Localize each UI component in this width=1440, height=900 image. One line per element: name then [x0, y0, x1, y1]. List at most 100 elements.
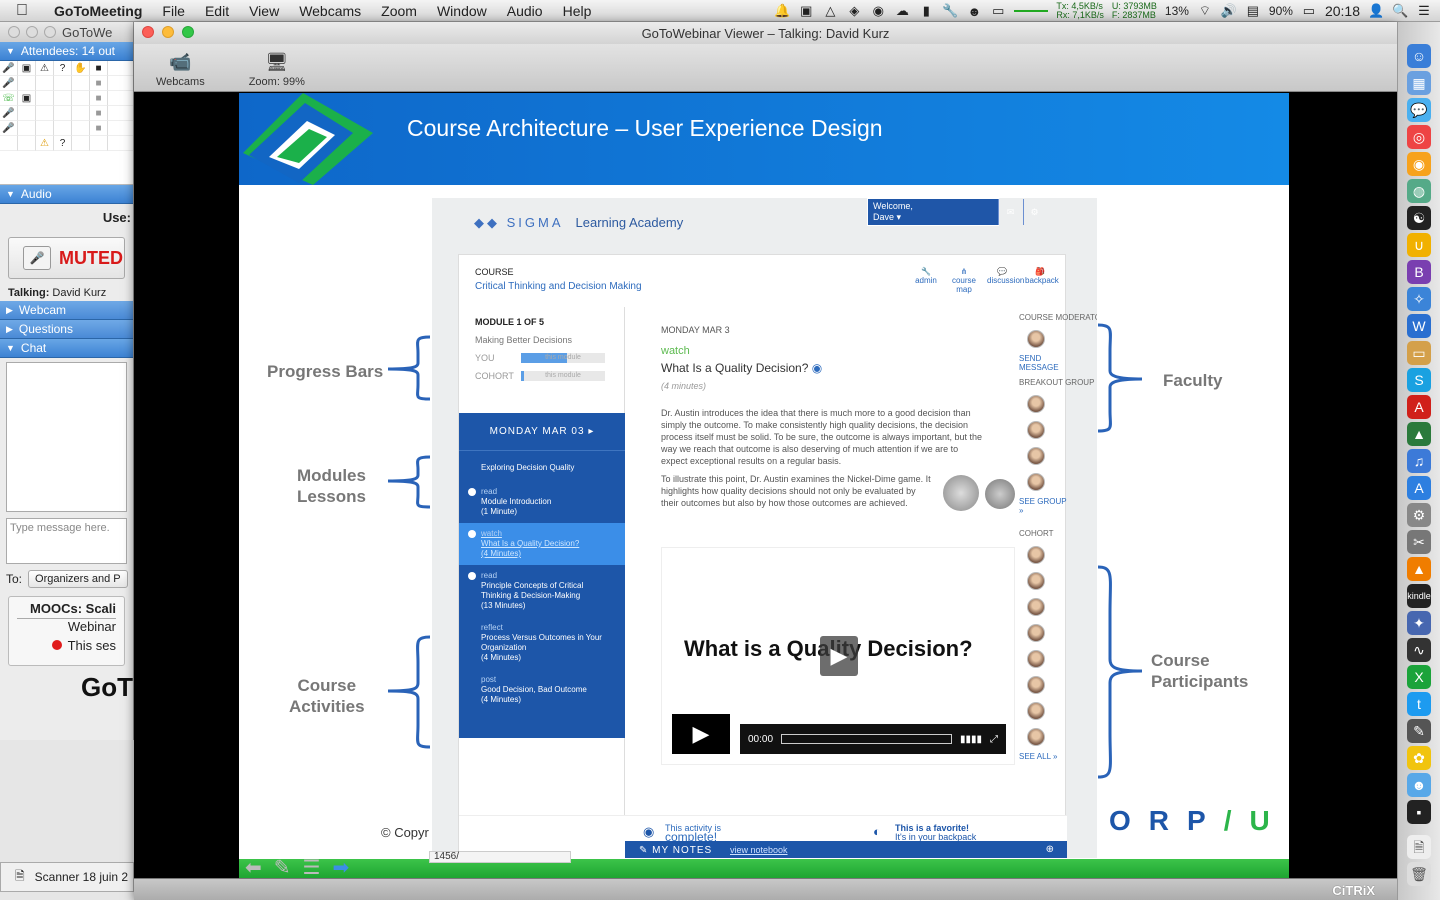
word-icon[interactable]: W	[1407, 314, 1431, 338]
lesson-item[interactable]: post Good Decision, Bad Outcome (4 Minutes…	[459, 669, 625, 711]
clock[interactable]: 20:18	[1325, 3, 1360, 19]
close-icon[interactable]	[8, 26, 20, 38]
wrench-icon[interactable]: 🔧	[942, 3, 958, 19]
discussion-tool[interactable]: 💬 discussion	[987, 267, 1024, 294]
forward-arrow-icon[interactable]: ➡	[332, 855, 349, 878]
avatar[interactable]	[1027, 598, 1045, 616]
see-group-link[interactable]: SEE GROUP »	[1019, 497, 1067, 515]
spotlight-icon[interactable]: 🔍	[1392, 3, 1408, 19]
attendees-header[interactable]: ▼ Attendees: 14 out	[0, 42, 133, 61]
minimize-icon[interactable]	[162, 26, 174, 38]
video-player[interactable]: What is a Quality Decision? ▶ ▶ 00:00 ▮▮…	[661, 547, 1015, 765]
send-message-link[interactable]: SEND MESSAGE	[1019, 354, 1067, 372]
avatar[interactable]	[1027, 473, 1045, 491]
list-icon[interactable]: ☰	[303, 855, 321, 878]
folder-icon[interactable]: ▭	[1407, 341, 1431, 365]
minimize-icon[interactable]	[26, 26, 38, 38]
flower-icon[interactable]: ✿	[1407, 746, 1431, 770]
settings-icon[interactable]: ⚙	[1407, 503, 1431, 527]
close-icon[interactable]	[142, 26, 154, 38]
questions-header[interactable]: ▶ Questions	[0, 320, 133, 339]
bell-icon[interactable]: 🔔	[774, 3, 790, 19]
pen-icon[interactable]: ✎	[274, 855, 291, 878]
flag-icon[interactable]: ▤	[1245, 3, 1261, 19]
preview-icon[interactable]: ▦	[1407, 71, 1431, 95]
volume-icon[interactable]: ▮▮▮▮	[960, 734, 982, 745]
scanner-window[interactable]: 🗎 Scanner 18 juin 2	[0, 862, 134, 892]
menu-webcams[interactable]: Webcams	[289, 3, 371, 19]
lesson-item[interactable]: read Module Introduction (1 Minute)	[459, 481, 625, 523]
backpack-tool[interactable]: 🎒 backpack	[1025, 267, 1059, 294]
zoom-button[interactable]: 🖥 Zoom: 99%	[249, 52, 305, 91]
excel-icon[interactable]: X	[1407, 665, 1431, 689]
face-icon[interactable]: ☻	[966, 4, 982, 19]
lesson-item[interactable]: reflect Process Versus Outcomes in Your O…	[459, 617, 625, 669]
finder-icon[interactable]: ☺	[1407, 44, 1431, 68]
twitter-icon[interactable]: t	[1407, 692, 1431, 716]
avatar[interactable]	[1027, 624, 1045, 642]
video-seek-bar[interactable]	[781, 734, 952, 744]
itunes-icon[interactable]: ♫	[1407, 449, 1431, 473]
airplay-icon[interactable]: ▭	[990, 3, 1006, 19]
mic-icon[interactable]: 🎤	[23, 246, 51, 270]
globe-icon[interactable]: ◍	[1407, 179, 1431, 203]
terminal-icon[interactable]: ▪	[1407, 800, 1431, 824]
safari-icon[interactable]: ✧	[1407, 287, 1431, 311]
my-notes-bar[interactable]: ✎ MY NOTES view notebook ⊕	[625, 841, 1067, 858]
activity-monitor-icon[interactable]: ∿	[1407, 638, 1431, 662]
lesson-item[interactable]: read Principle Concepts of Critical Think…	[459, 565, 625, 617]
skype-icon[interactable]: S	[1407, 368, 1431, 392]
audio-header[interactable]: ▼ Audio	[0, 185, 133, 204]
vlc-icon[interactable]: ▲	[1407, 557, 1431, 581]
course-map-tool[interactable]: ⋔ course map	[949, 267, 979, 294]
course-title[interactable]: Critical Thinking and Decision Making	[475, 281, 642, 292]
menu-view[interactable]: View	[239, 3, 289, 19]
fullscreen-icon[interactable]: ⤢	[990, 734, 998, 745]
see-all-link[interactable]: SEE ALL »	[1019, 752, 1067, 761]
tools-icon[interactable]: ✎	[1407, 719, 1431, 743]
yinyang-icon[interactable]: ☯	[1407, 206, 1431, 230]
webcams-button[interactable]: 📹 Webcams	[156, 52, 205, 91]
favorite-status[interactable]: This is a favorite! It's in your backpack	[895, 824, 976, 842]
wifi-icon[interactable]: ⌔	[1197, 3, 1213, 19]
lesson-item-active[interactable]: watch What Is a Quality Decision? (4 Minut…	[459, 523, 625, 565]
battery-app-icon[interactable]: ▮	[918, 3, 934, 19]
scissors-icon[interactable]: ✂	[1407, 530, 1431, 554]
tray-app-icon[interactable]: ▣	[798, 3, 814, 19]
webcam-header[interactable]: ▶ Webcam	[0, 301, 133, 320]
play-overlay-icon[interactable]: ▶	[820, 636, 858, 676]
menu-edit[interactable]: Edit	[195, 3, 239, 19]
avatar[interactable]	[1027, 702, 1045, 720]
menu-file[interactable]: File	[152, 3, 195, 19]
chrome-icon[interactable]: ◎	[1407, 125, 1431, 149]
menu-app[interactable]: GoToMeeting	[44, 3, 152, 19]
avatar[interactable]	[1027, 572, 1045, 590]
apple-menu-icon[interactable]: 	[0, 2, 44, 20]
kindle-icon[interactable]: kindle	[1407, 584, 1431, 608]
zoom-icon[interactable]	[44, 26, 56, 38]
page-input[interactable]: 1456/	[429, 851, 571, 863]
zoom-icon[interactable]	[182, 26, 194, 38]
avatar[interactable]	[1027, 546, 1045, 564]
appstore-icon[interactable]: A	[1407, 476, 1431, 500]
finder-face-icon[interactable]: ☻	[1407, 773, 1431, 797]
rocket-icon[interactable]: ✦	[1407, 611, 1431, 635]
horseshoe-icon[interactable]: ∪	[1407, 233, 1431, 257]
gear-icon[interactable]: ⚙	[1023, 199, 1045, 225]
messages-icon[interactable]: 💬	[1407, 98, 1431, 122]
chat-header[interactable]: ▼ Chat	[0, 339, 133, 358]
photo-icon[interactable]: ▲	[1407, 422, 1431, 446]
menu-audio[interactable]: Audio	[497, 3, 553, 19]
mute-control[interactable]: 🎤 MUTED	[8, 237, 125, 279]
firefox-icon[interactable]: ◉	[1407, 152, 1431, 176]
chat-input[interactable]: Type message here.	[6, 518, 127, 564]
battery-icon[interactable]: ▭	[1301, 3, 1317, 19]
attendee-grid[interactable]: 🎤 ▣ ⚠? ✋ ■ 🎤 ■ ☏ ▣ ■ 🎤 ■ 🎤 ■ ⚠?	[0, 61, 133, 185]
avatar[interactable]	[1027, 728, 1045, 746]
acrobat-icon[interactable]: A	[1407, 395, 1431, 419]
bbedit-icon[interactable]: B	[1407, 260, 1431, 284]
recipient-select[interactable]: Organizers and P	[28, 570, 128, 588]
avatar[interactable]	[1027, 676, 1045, 694]
sync-icon[interactable]: ◉	[870, 3, 886, 19]
avatar[interactable]	[1027, 447, 1045, 465]
